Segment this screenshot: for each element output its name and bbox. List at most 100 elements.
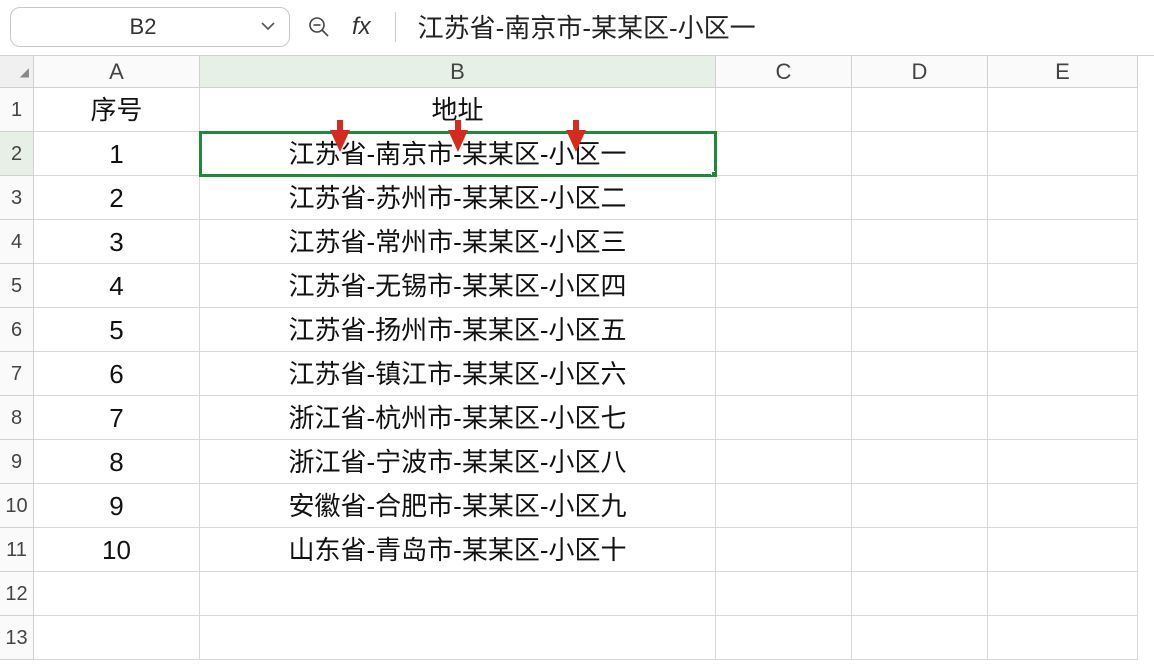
cell-D3[interactable] [852,176,988,220]
cell-C5[interactable] [716,264,852,308]
cell-A4[interactable]: 3 [34,220,200,264]
cell-C2[interactable] [716,132,852,176]
column-headers-row: ◢ A B C D E [0,56,1154,88]
cell-D13[interactable] [852,616,988,660]
name-box[interactable]: B2 [10,7,290,47]
fill-handle[interactable] [711,171,716,176]
row-header[interactable]: 6 [0,308,34,352]
cell-A2[interactable]: 1 [34,132,200,176]
cell-B10[interactable]: 安徽省-合肥市-某某区-小区九 [200,484,716,528]
row-header[interactable]: 13 [0,616,34,660]
cell-D6[interactable] [852,308,988,352]
cell-B12[interactable] [200,572,716,616]
cell-B1[interactable]: 地址 [200,88,716,132]
cell-A13[interactable] [34,616,200,660]
cell-C4[interactable] [716,220,852,264]
cell-B4[interactable]: 江苏省-常州市-某某区-小区三 [200,220,716,264]
cell-A10[interactable]: 9 [34,484,200,528]
cell-C8[interactable] [716,396,852,440]
cell-A3[interactable]: 2 [34,176,200,220]
cell-A7[interactable]: 6 [34,352,200,396]
cell-B9[interactable]: 浙江省-宁波市-某某区-小区八 [200,440,716,484]
table-row: 12 [0,572,1154,616]
cell-D1[interactable] [852,88,988,132]
row-header[interactable]: 8 [0,396,34,440]
cell-E4[interactable] [988,220,1138,264]
cell-C13[interactable] [716,616,852,660]
cell-E7[interactable] [988,352,1138,396]
column-header-E[interactable]: E [988,56,1138,88]
fx-label[interactable]: fx [348,13,375,41]
select-all-corner[interactable]: ◢ [0,56,34,88]
cell-A1[interactable]: 序号 [34,88,200,132]
cell-E3[interactable] [988,176,1138,220]
cell-D5[interactable] [852,264,988,308]
table-row: 8 7 浙江省-杭州市-某某区-小区七 [0,396,1154,440]
table-row: 5 4 江苏省-无锡市-某某区-小区四 [0,264,1154,308]
zoom-out-icon[interactable] [304,16,334,38]
row-header[interactable]: 1 [0,88,34,132]
row-header[interactable]: 12 [0,572,34,616]
row-header[interactable]: 10 [0,484,34,528]
cell-B13[interactable] [200,616,716,660]
cell-C10[interactable] [716,484,852,528]
cell-B5[interactable]: 江苏省-无锡市-某某区-小区四 [200,264,716,308]
cell-A5[interactable]: 4 [34,264,200,308]
cell-C9[interactable] [716,440,852,484]
cell-D8[interactable] [852,396,988,440]
table-row: 10 9 安徽省-合肥市-某某区-小区九 [0,484,1154,528]
cell-A8[interactable]: 7 [34,396,200,440]
cell-E1[interactable] [988,88,1138,132]
column-header-B[interactable]: B [200,56,716,88]
cell-E5[interactable] [988,264,1138,308]
cell-E10[interactable] [988,484,1138,528]
chevron-down-icon[interactable] [261,18,275,36]
column-header-D[interactable]: D [852,56,988,88]
row-header[interactable]: 7 [0,352,34,396]
cell-C1[interactable] [716,88,852,132]
row-header[interactable]: 3 [0,176,34,220]
cell-B3[interactable]: 江苏省-苏州市-某某区-小区二 [200,176,716,220]
row-header[interactable]: 4 [0,220,34,264]
column-header-C[interactable]: C [716,56,852,88]
cell-D9[interactable] [852,440,988,484]
cell-B6[interactable]: 江苏省-扬州市-某某区-小区五 [200,308,716,352]
row-header[interactable]: 2 [0,132,34,176]
cell-D2[interactable] [852,132,988,176]
row-header[interactable]: 9 [0,440,34,484]
cell-E12[interactable] [988,572,1138,616]
cell-E11[interactable] [988,528,1138,572]
cell-E2[interactable] [988,132,1138,176]
cell-A11[interactable]: 10 [34,528,200,572]
cell-D10[interactable] [852,484,988,528]
cell-E8[interactable] [988,396,1138,440]
row-header[interactable]: 11 [0,528,34,572]
cell-B8[interactable]: 浙江省-杭州市-某某区-小区七 [200,396,716,440]
cell-B7[interactable]: 江苏省-镇江市-某某区-小区六 [200,352,716,396]
cell-D4[interactable] [852,220,988,264]
table-row: 9 8 浙江省-宁波市-某某区-小区八 [0,440,1154,484]
spreadsheet-grid: ◢ A B C D E 1 序号 地址 2 1 江苏省-南京市-某某区-小区一 … [0,56,1154,660]
cell-D7[interactable] [852,352,988,396]
cell-E13[interactable] [988,616,1138,660]
cell-E6[interactable] [988,308,1138,352]
cell-E9[interactable] [988,440,1138,484]
cell-B11[interactable]: 山东省-青岛市-某某区-小区十 [200,528,716,572]
cell-B2[interactable]: 江苏省-南京市-某某区-小区一 [200,132,716,176]
cell-C6[interactable] [716,308,852,352]
cell-D11[interactable] [852,528,988,572]
formula-input[interactable] [416,10,1144,43]
cell-A6[interactable]: 5 [34,308,200,352]
cell-C7[interactable] [716,352,852,396]
cell-C12[interactable] [716,572,852,616]
column-header-A[interactable]: A [34,56,200,88]
table-row: 1 序号 地址 [0,88,1154,132]
cell-C11[interactable] [716,528,852,572]
cell-C3[interactable] [716,176,852,220]
separator [395,12,396,42]
cell-A12[interactable] [34,572,200,616]
cell-D12[interactable] [852,572,988,616]
row-header[interactable]: 5 [0,264,34,308]
table-row: 3 2 江苏省-苏州市-某某区-小区二 [0,176,1154,220]
cell-A9[interactable]: 8 [34,440,200,484]
